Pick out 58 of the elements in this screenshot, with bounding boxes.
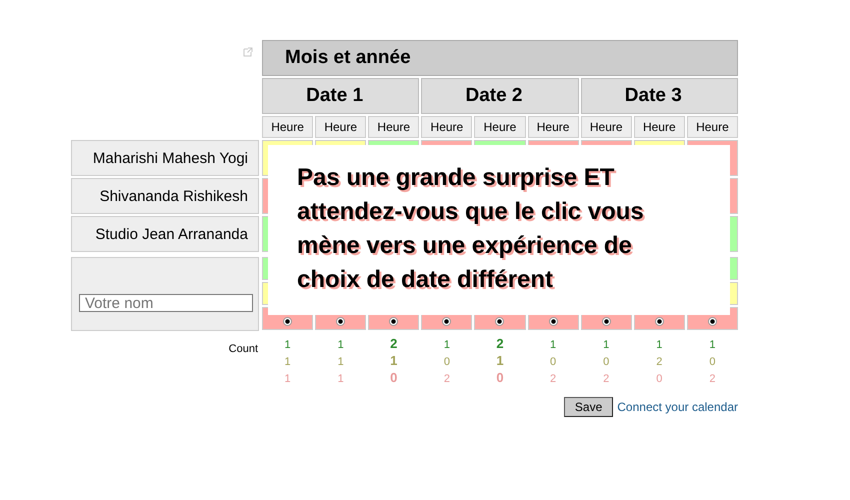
vote-count: 1: [284, 373, 291, 385]
vote-count: 0: [603, 356, 610, 368]
time-header: Heure: [528, 116, 579, 138]
vote-count: 1: [338, 373, 344, 385]
vote-count: 0: [444, 356, 450, 368]
popup-message: Pas une grande surprise ET attendez-vous que le clic vous mène vers une expérience de choix de date différent: [297, 163, 645, 295]
vote-count: 1: [284, 339, 291, 351]
count-label: Count: [228, 343, 258, 356]
vote-count: 1: [709, 339, 716, 351]
vote-count: 2: [444, 373, 450, 385]
radio-button[interactable]: [495, 317, 504, 326]
vote-count: 1: [550, 339, 556, 351]
participant-name: Studio Jean Arrananda: [71, 216, 259, 252]
time-header: Heure: [686, 116, 738, 138]
vote-count: 1: [338, 339, 344, 351]
radio-button[interactable]: [708, 317, 717, 326]
vote-count: 2: [603, 373, 610, 385]
date-header: Date 3: [580, 78, 738, 114]
vote-count: 2: [390, 336, 398, 351]
vote-count: 1: [338, 356, 344, 368]
radio-button[interactable]: [389, 317, 398, 326]
participant-name: Shivananda Rishikesh: [71, 178, 259, 214]
time-header: Heure: [634, 116, 685, 138]
vote-count: 0: [709, 356, 716, 368]
vote-count: 0: [496, 370, 504, 385]
date-header: Date 2: [421, 78, 579, 114]
time-header: Heure: [474, 116, 526, 138]
name-input-field[interactable]: Votre nom: [79, 294, 253, 312]
vote-count: 1: [284, 356, 291, 368]
connect-calendar-link[interactable]: Connect your calendar: [617, 400, 738, 414]
radio-button[interactable]: [283, 317, 292, 326]
radio-button[interactable]: [548, 317, 558, 326]
radio-button[interactable]: [602, 317, 611, 326]
date-header: Date 1: [262, 78, 420, 114]
vote-count: 2: [550, 373, 556, 385]
time-header: Heure: [368, 116, 420, 138]
vote-count: 2: [709, 373, 716, 385]
time-header: Heure: [580, 116, 632, 138]
radio-button[interactable]: [654, 317, 664, 326]
radio-button[interactable]: [442, 317, 452, 326]
external-link-icon[interactable]: [243, 47, 253, 57]
vote-count: 1: [390, 353, 398, 368]
vote-count: 0: [390, 370, 398, 385]
time-header: Heure: [262, 116, 314, 138]
time-header: Heure: [315, 116, 366, 138]
vote-count: 1: [496, 353, 504, 368]
vote-count: 0: [656, 373, 662, 385]
radio-button[interactable]: [336, 317, 346, 326]
vote-count: 0: [550, 356, 556, 368]
participant-name: Maharishi Mahesh Yogi: [71, 140, 259, 176]
vote-count: 2: [496, 336, 504, 351]
month-header: Mois et année: [262, 40, 738, 76]
vote-count: 1: [444, 339, 450, 351]
time-header: Heure: [421, 116, 472, 138]
vote-count: 1: [656, 339, 662, 351]
vote-count: 2: [656, 356, 662, 368]
save-button[interactable]: Save: [564, 397, 614, 417]
vote-count: 1: [603, 339, 610, 351]
